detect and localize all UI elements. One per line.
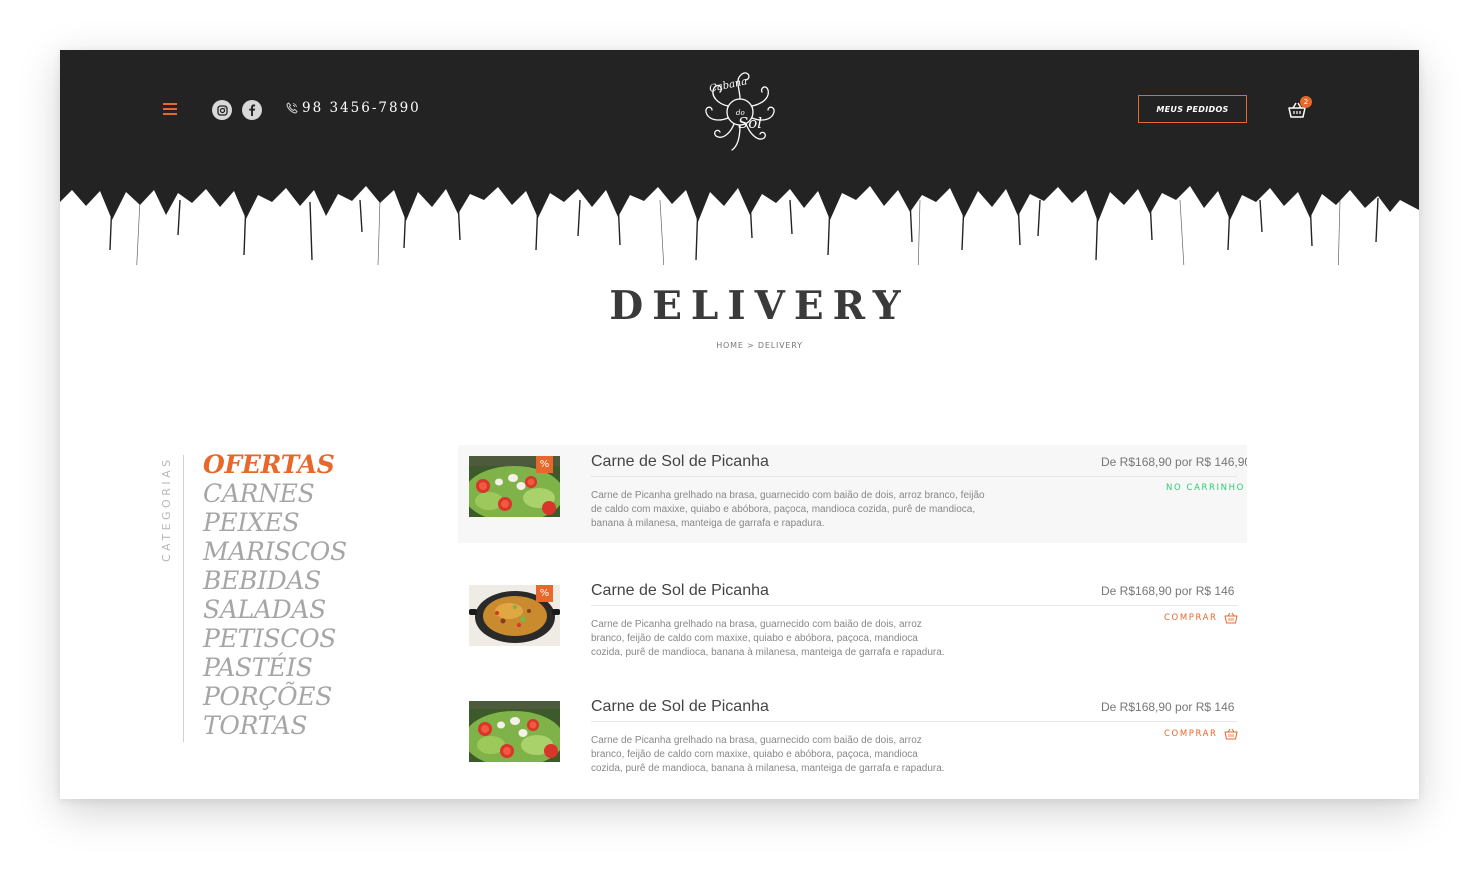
offer-percent-badge: % (536, 456, 553, 473)
category-tortas[interactable]: TORTAS (203, 711, 347, 740)
product-image-salad[interactable]: % (469, 456, 560, 517)
buy-button[interactable]: COMPRAR (1164, 612, 1238, 624)
product-price: De R$168,90 por R$ 146,90 (1101, 455, 1247, 469)
basket-icon (1224, 728, 1238, 740)
product-divider (591, 605, 1237, 606)
breadcrumb-separator: > (747, 341, 755, 350)
facebook-icon[interactable] (242, 100, 262, 120)
browser-frame: 98 3456-7890 Cabana do Sol MEUS PEDIDOS (60, 50, 1419, 799)
phone-number[interactable]: 98 3456-7890 (286, 100, 421, 116)
product-description: Carne de Picanha grelhado na brasa, guar… (591, 619, 945, 658)
breadcrumb: HOME > DELIVERY (60, 341, 1419, 350)
category-peixes[interactable]: PEIXES (203, 508, 347, 537)
in-cart-label: NO CARRINHO (1166, 483, 1245, 493)
category-porcoes[interactable]: PORÇÕES (203, 682, 347, 711)
product-image-salad[interactable] (469, 701, 560, 762)
product-divider (591, 721, 1237, 722)
cabana-do-sol-logo[interactable]: Cabana do Sol (698, 70, 782, 154)
category-pasteis[interactable]: PASTÉIS (203, 653, 347, 682)
phone-text: 98 3456-7890 (302, 100, 421, 116)
product-description: Carne de Picanha grelhado na brasa, guar… (591, 490, 985, 529)
category-mariscos[interactable]: MARISCOS (203, 537, 347, 566)
category-petiscos[interactable]: PETISCOS (203, 624, 347, 653)
product-price: De R$168,90 por R$ 146,90 (1101, 584, 1234, 598)
buy-label: COMPRAR (1164, 729, 1218, 739)
product-description: Carne de Picanha grelhado na brasa, guar… (591, 735, 945, 774)
product-card[interactable]: % Carne de Sol de Picanha De R$168,90 po… (458, 445, 1247, 543)
product-card[interactable]: % Carne de Sol de Picanha De R$168,90 po… (458, 574, 1247, 672)
cart-count-badge: 2 (1300, 96, 1312, 108)
product-card[interactable]: Carne de Sol de Picanha De R$168,90 por … (458, 690, 1247, 788)
categories-label: CATEGORIAS (160, 456, 173, 562)
basket-icon (1224, 612, 1238, 624)
category-saladas[interactable]: SALADAS (203, 595, 347, 624)
category-list: OFERTAS CARNES PEIXES MARISCOS BEBIDAS S… (203, 450, 347, 740)
breadcrumb-current: DELIVERY (757, 341, 803, 350)
instagram-icon[interactable] (212, 100, 232, 120)
in-cart-status[interactable]: NO CARRINHO (1166, 483, 1245, 493)
product-image-rice-pan[interactable]: % (469, 585, 560, 646)
product-name[interactable]: Carne de Sol de Picanha (591, 453, 769, 471)
logo-text-top: Cabana (708, 76, 748, 95)
site-header: 98 3456-7890 Cabana do Sol MEUS PEDIDOS (60, 50, 1419, 265)
category-ofertas[interactable]: OFERTAS (203, 450, 347, 479)
buy-label: COMPRAR (1164, 613, 1218, 623)
product-name[interactable]: Carne de Sol de Picanha (591, 582, 769, 600)
product-divider (591, 476, 1237, 477)
categories-divider (183, 455, 184, 742)
phone-icon (286, 102, 298, 114)
buy-button[interactable]: COMPRAR (1164, 728, 1238, 740)
product-price: De R$168,90 por R$ 146,90 (1101, 700, 1234, 714)
logo-text-bottom: Sol (738, 114, 762, 132)
category-bebidas[interactable]: BEBIDAS (203, 566, 347, 595)
hamburger-menu-icon[interactable] (163, 103, 177, 115)
my-orders-button[interactable]: MEUS PEDIDOS (1138, 95, 1247, 123)
category-carnes[interactable]: CARNES (203, 479, 347, 508)
page-title: DELIVERY (609, 283, 910, 329)
offer-percent-badge: % (536, 585, 553, 602)
breadcrumb-home[interactable]: HOME (716, 341, 743, 350)
product-name[interactable]: Carne de Sol de Picanha (591, 698, 769, 716)
